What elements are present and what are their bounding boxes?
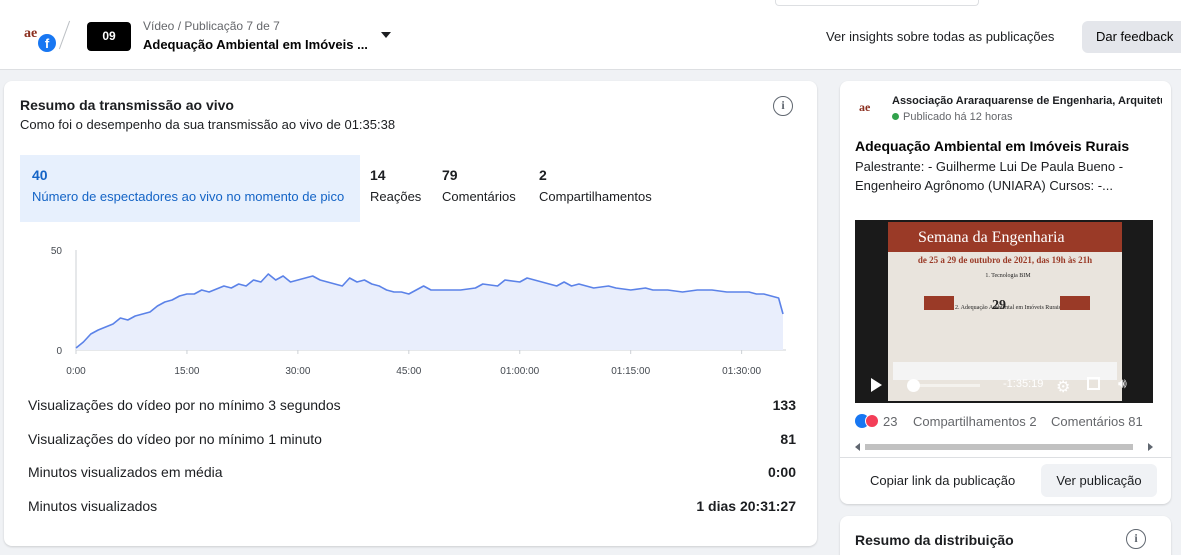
volume-icon[interactable]: 🔊︎: [1118, 375, 1127, 392]
page-avatar[interactable]: ae: [859, 100, 881, 122]
published-status: Publicado há 12 horas: [892, 111, 1012, 123]
x-tick-label: 30:00: [285, 366, 310, 377]
y-tick-label: 0: [56, 346, 62, 357]
card-subtitle: Como foi o desempenho da sua transmissão…: [20, 117, 396, 132]
info-icon[interactable]: i: [773, 96, 793, 116]
horizontal-scrollbar[interactable]: [855, 442, 1153, 452]
x-tick-label: 01:15:00: [611, 366, 650, 377]
poster-item: 2. Adequação Ambiental em Imóveis Rurais: [955, 305, 1061, 311]
video-thumbnail[interactable]: 09: [87, 22, 131, 51]
tab-shares[interactable]: 2 Compartilhamentos: [527, 155, 667, 222]
copy-link-button[interactable]: Copiar link da publicação: [870, 473, 1015, 488]
x-tick-label: 01:00:00: [500, 366, 539, 377]
tab-label: Compartilhamentos: [539, 189, 652, 204]
progress-bar[interactable]: [910, 384, 980, 387]
tab-value: 14: [370, 167, 386, 183]
top-header: ae f 09 Vídeo / Publicação 7 de 7 Adequa…: [0, 0, 1181, 70]
tab-value: 40: [32, 167, 48, 183]
shares-count[interactable]: Compartilhamentos 2: [913, 414, 1037, 429]
tab-label: Número de espectadores ao vivo no moment…: [32, 189, 345, 204]
chevron-down-icon[interactable]: [381, 32, 391, 38]
card-title: Resumo da transmissão ao vivo: [20, 97, 234, 113]
metric-row: Minutos visualizados 1 dias 20:31:27: [28, 492, 796, 526]
progress-knob[interactable]: [907, 379, 920, 392]
tab-value: 2: [539, 167, 547, 183]
play-icon[interactable]: [871, 378, 882, 392]
reaction-count[interactable]: 23: [883, 414, 897, 429]
scroll-right-icon[interactable]: [1148, 443, 1153, 451]
poster-day: 29: [992, 298, 1006, 313]
tab-reactions[interactable]: 14 Reações: [358, 155, 438, 222]
tab-label: Comentários: [442, 189, 516, 204]
live-summary-card: Resumo da transmissão ao vivo Como foi o…: [4, 81, 817, 546]
comments-count[interactable]: Comentários 81: [1051, 414, 1143, 429]
tab-label: Reações: [370, 189, 422, 204]
metrics-list: Visualizações do vídeo por no mínimo 3 s…: [28, 391, 796, 525]
love-icon: [865, 414, 879, 428]
poster-tag: [1060, 296, 1090, 310]
all-insights-link[interactable]: Ver insights sobre todas as publicações: [826, 29, 1054, 44]
metric-row: Visualizações do vídeo por no mínimo 3 s…: [28, 391, 796, 425]
metric-value: 81: [780, 430, 796, 447]
distribution-card: Resumo da distribuição i: [840, 516, 1171, 555]
video-player[interactable]: Semana da Engenharia de 25 a 29 de outub…: [855, 220, 1153, 403]
post-title: Adequação Ambiental em Imóveis Rurais: [855, 138, 1130, 154]
facebook-icon: f: [38, 34, 56, 52]
post-title-header: Adequação Ambiental em Imóveis ...: [143, 37, 368, 52]
x-tick-label: 0:00: [66, 366, 86, 377]
metric-label: Visualizações do vídeo por no mínimo 3 s…: [28, 397, 341, 413]
x-tick-label: 15:00: [174, 366, 199, 377]
post-preview-card: ae Associação Araraquarense de Engenhari…: [840, 81, 1171, 504]
info-icon[interactable]: i: [1126, 529, 1146, 549]
distribution-title: Resumo da distribuição: [855, 532, 1014, 548]
x-tick-label: 45:00: [396, 366, 421, 377]
metric-value: 1 dias 20:31:27: [696, 497, 796, 514]
poster-item: 1. Tecnologia BIM: [985, 273, 1031, 279]
y-tick-label: 50: [51, 246, 63, 257]
viewers-chart[interactable]: 0 50 0:00 15:00 30:00 45:00 01:00:00 01:15:00 01…: [24, 233, 794, 383]
post-description: Palestrante: - Guilherme Lui De Paula Bu…: [855, 159, 1124, 193]
breadcrumb: Vídeo / Publicação 7 de 7: [143, 19, 280, 33]
series-area: [76, 274, 783, 350]
time-remaining: -1:35:19: [1003, 378, 1044, 390]
metric-label: Minutos visualizados: [28, 497, 158, 514]
divider: [840, 457, 1171, 458]
metric-label: Visualizações do vídeo por no mínimo 1 m…: [28, 430, 322, 447]
breadcrumb-divider: [58, 20, 71, 50]
page-name[interactable]: Associação Araraquarense de Engenharia, …: [892, 95, 1162, 107]
metric-label: Minutos visualizados em média: [28, 464, 223, 480]
metric-value: 133: [772, 397, 796, 413]
metric-row: Minutos visualizados em média 0:00: [28, 458, 796, 492]
poster-body: 1. Tecnologia BIM 2. Adequação Ambiental…: [948, 272, 1068, 312]
tab-value: 79: [442, 167, 458, 183]
tab-comments[interactable]: 79 Comentários: [430, 155, 530, 222]
gear-icon[interactable]: ⚙: [1056, 377, 1070, 397]
scrollbar-thumb[interactable]: [865, 444, 1133, 450]
view-post-button[interactable]: Ver publicação: [1041, 464, 1157, 497]
metric-row: Visualizações do vídeo por no mínimo 1 m…: [28, 425, 796, 459]
reactions-bar: 23 Compartilhamentos 2 Comentários 81: [855, 414, 1155, 429]
poster-heading: Semana da Engenharia: [888, 222, 1122, 252]
published-time: Publicado há 12 horas: [903, 111, 1013, 123]
poster-tag: [924, 296, 954, 310]
x-tick-label: 01:30:00: [722, 366, 761, 377]
feedback-button[interactable]: Dar feedback: [1082, 21, 1181, 53]
video-controls: -1:35:19 ⚙ 🔊︎: [855, 370, 1153, 403]
metric-value: 0:00: [767, 464, 796, 480]
scroll-left-icon[interactable]: [855, 443, 860, 451]
fullscreen-icon[interactable]: [1087, 377, 1100, 390]
page-logo-icon[interactable]: ae f: [22, 26, 58, 52]
status-dot-icon: [892, 113, 899, 120]
tab-peak-viewers[interactable]: 40 Número de espectadores ao vivo no mom…: [20, 155, 360, 222]
top-popup-edge: [775, 0, 979, 6]
poster-dates: de 25 a 29 de outubro de 2021, das 19h à…: [917, 255, 1093, 265]
